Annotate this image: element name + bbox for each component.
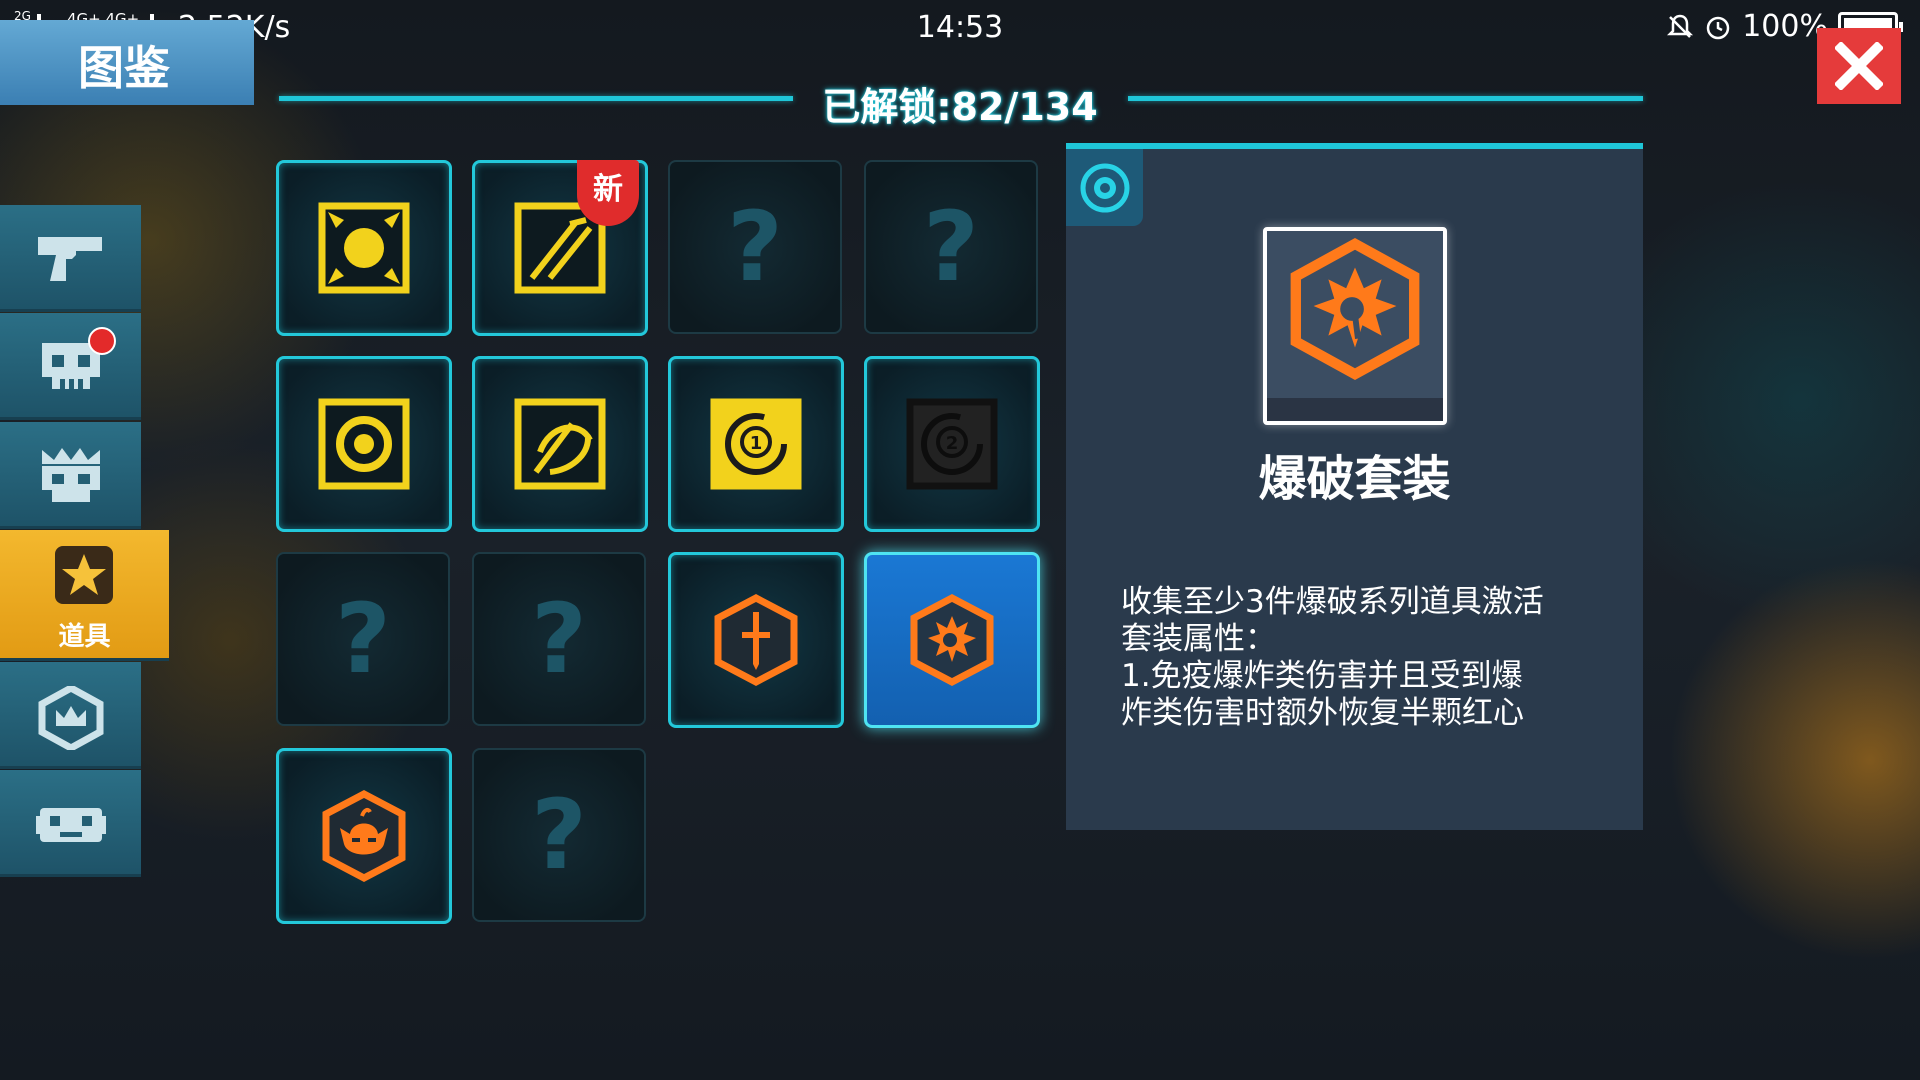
unlock-progress: 已解锁:82/134 — [822, 85, 1098, 129]
tab-characters[interactable] — [0, 770, 141, 877]
ring-icon — [318, 398, 410, 490]
locked-cell[interactable]: ? — [668, 160, 842, 334]
item-cell[interactable] — [276, 356, 452, 532]
item-cell[interactable]: 1 — [668, 356, 844, 532]
locked-question-mark: ? — [531, 583, 587, 695]
blast-hex-icon — [1290, 237, 1420, 381]
target-icon — [1080, 163, 1130, 213]
detail-item-icon — [1263, 227, 1447, 425]
page-title: 图鉴 — [78, 41, 170, 95]
locked-cell[interactable]: ? — [864, 160, 1038, 334]
locked-cell[interactable]: ? — [472, 552, 646, 726]
locked-question-mark: ? — [531, 779, 587, 891]
blast-hex-icon — [910, 594, 994, 686]
detail-item-description: 收集至少3件爆破系列道具激活 套装属性： 1.免疫爆炸类伤害并且受到爆 炸类伤害… — [1121, 584, 1544, 731]
item-cell[interactable] — [276, 160, 452, 336]
locked-question-mark: ? — [727, 191, 783, 303]
new-badge: 新 — [577, 160, 639, 226]
crown-badge-icon — [38, 686, 104, 750]
detail-corner — [1066, 149, 1143, 226]
item-cell[interactable]: 2 — [864, 356, 1040, 532]
sun-icon — [318, 202, 410, 294]
item-cell[interactable] — [276, 748, 452, 924]
swirl-icon — [514, 398, 606, 490]
tab-bosses[interactable] — [0, 422, 141, 529]
detail-item-name: 爆破套装 — [1258, 451, 1451, 507]
close-button[interactable] — [1817, 28, 1901, 104]
header-line-right — [1128, 96, 1643, 101]
robot-face-icon — [36, 808, 106, 842]
item-cell[interactable]: 新 — [472, 160, 648, 336]
svg-text:2: 2 — [946, 433, 959, 454]
close-icon — [1835, 42, 1883, 90]
tab-items-label: 道具 — [58, 622, 111, 652]
locked-cell[interactable]: ? — [472, 748, 646, 922]
locked-question-mark: ? — [923, 191, 979, 303]
silent-bell-icon — [1667, 14, 1694, 38]
locked-question-mark: ? — [335, 583, 391, 695]
status-bar: 2G 4G+ 4G+ 2.52K/s 14:53 100% — [0, 0, 1920, 54]
clock-time: 14:53 — [916, 10, 1004, 45]
item-cell-selected[interactable] — [864, 552, 1040, 728]
gun-icon — [38, 237, 102, 281]
sword-hex-icon — [714, 594, 798, 686]
item-detail-panel: 爆破套装 收集至少3件爆破系列道具激活 套装属性： 1.免疫爆炸类伤害并且受到爆… — [1066, 143, 1643, 830]
tab-enemies[interactable] — [0, 313, 141, 420]
star-icon — [55, 546, 113, 604]
locked-cell[interactable]: ? — [276, 552, 450, 726]
page-title-block: 图鉴 — [0, 20, 254, 105]
crowned-skull-icon — [42, 448, 100, 502]
clock-one-icon: 1 — [710, 398, 802, 490]
svg-text:1: 1 — [750, 433, 763, 454]
alarm-icon — [1706, 16, 1730, 39]
item-cell[interactable] — [472, 356, 648, 532]
header-line-left — [279, 96, 793, 101]
tab-weapons[interactable] — [0, 205, 141, 312]
notification-dot — [88, 327, 116, 355]
tab-achievements[interactable] — [0, 662, 141, 769]
tab-items[interactable]: 道具 — [0, 530, 169, 661]
demon-hex-icon — [322, 790, 406, 882]
item-cell[interactable] — [668, 552, 844, 728]
battery-percent: 100% — [1742, 9, 1828, 44]
clock-two-icon: 2 — [906, 398, 998, 490]
